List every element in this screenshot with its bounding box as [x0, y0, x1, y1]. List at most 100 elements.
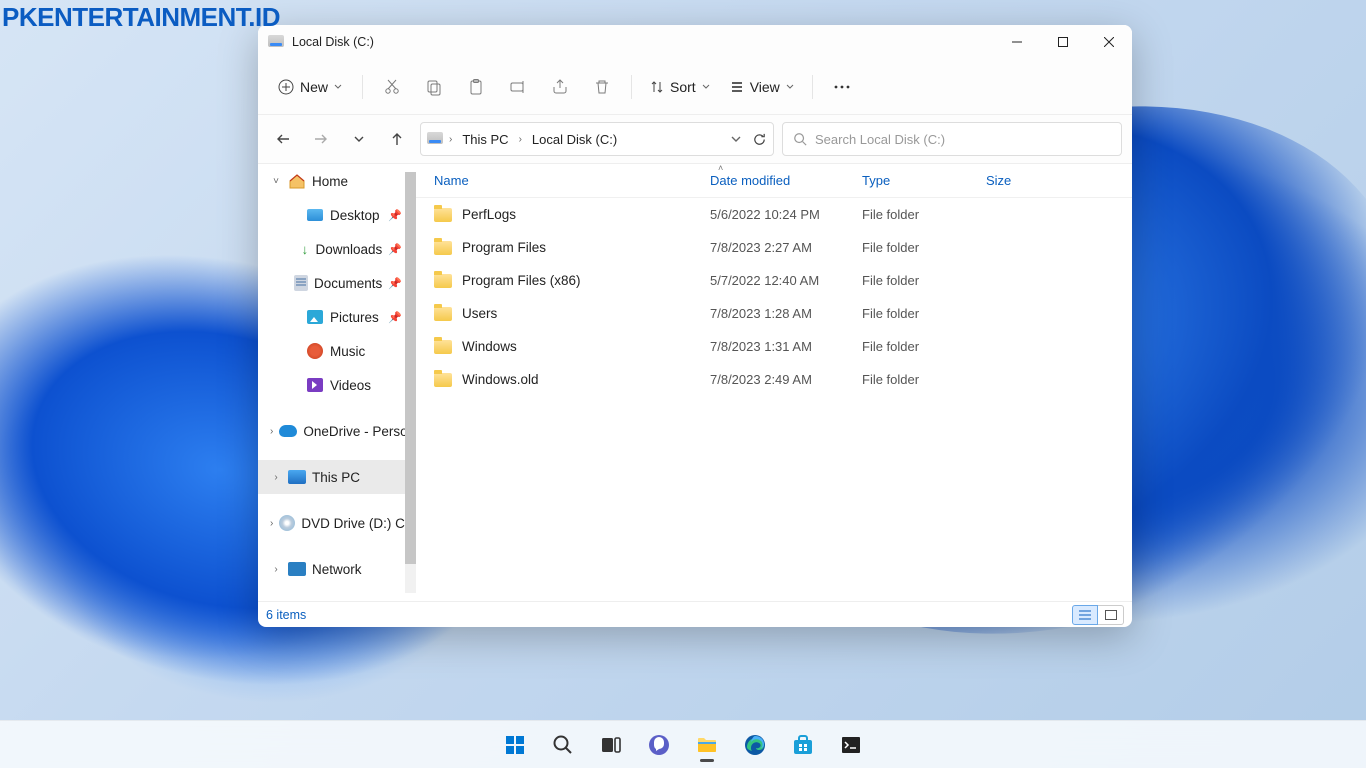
chevron-icon: ˅: [270, 176, 282, 187]
taskbar-search[interactable]: [542, 725, 584, 765]
breadcrumb-local-disk[interactable]: Local Disk (C:): [528, 128, 621, 151]
chat-icon: [647, 733, 671, 757]
file-date: 7/8/2023 1:31 AM: [710, 339, 862, 354]
pics-icon: [306, 308, 324, 326]
details-view-button[interactable]: [1072, 605, 1098, 625]
file-type: File folder: [862, 339, 986, 354]
terminal-icon: [840, 734, 862, 756]
nav-item-label: Music: [330, 344, 365, 359]
navigation-pane[interactable]: ˅ Home Desktop📌↓Downloads📌Documents📌Pictur…: [258, 164, 416, 601]
rename-icon: [509, 78, 527, 96]
nav-item-this-pc[interactable]: › This PC: [258, 460, 416, 494]
command-bar: New Sort View: [258, 59, 1132, 115]
share-button[interactable]: [541, 69, 579, 105]
file-row[interactable]: Program Files7/8/2023 2:27 AMFile folder: [416, 231, 1132, 264]
taskbar-terminal[interactable]: [830, 725, 872, 765]
nav-item-pictures[interactable]: Pictures📌: [258, 300, 416, 334]
onedrive-icon: [279, 422, 297, 440]
file-type: File folder: [862, 372, 986, 387]
title-bar[interactable]: Local Disk (C:): [258, 25, 1132, 59]
search-input[interactable]: [815, 132, 1111, 147]
file-name: Windows.old: [462, 372, 539, 387]
search-box[interactable]: [782, 122, 1122, 156]
file-row[interactable]: PerfLogs5/6/2022 10:24 PMFile folder: [416, 198, 1132, 231]
nav-item-network[interactable]: ›Network: [258, 552, 416, 586]
taskbar-task-view[interactable]: [590, 725, 632, 765]
breadcrumb-this-pc[interactable]: This PC: [458, 128, 512, 151]
chevron-icon: ›: [270, 472, 282, 483]
nav-item-label: Videos: [330, 378, 371, 393]
maximize-button[interactable]: [1040, 25, 1086, 59]
search-icon: [793, 132, 807, 146]
thumbnails-view-button[interactable]: [1098, 605, 1124, 625]
file-list-pane: ˄ Name Date modified Type Size PerfLogs5…: [416, 164, 1132, 601]
nav-item-documents[interactable]: Documents📌: [258, 266, 416, 300]
taskbar-edge[interactable]: [734, 725, 776, 765]
file-type: File folder: [862, 273, 986, 288]
nav-item-videos[interactable]: Videos: [258, 368, 416, 402]
forward-button[interactable]: [306, 124, 336, 154]
taskbar-chat[interactable]: [638, 725, 680, 765]
file-name: PerfLogs: [462, 207, 516, 222]
taskbar-start[interactable]: [494, 725, 536, 765]
column-date[interactable]: Date modified: [710, 173, 862, 188]
file-name: Windows: [462, 339, 517, 354]
file-type: File folder: [862, 240, 986, 255]
column-size[interactable]: Size: [986, 173, 1066, 188]
chevron-down-icon[interactable]: [730, 133, 742, 145]
file-row[interactable]: Windows 7/8/2023 1:31 AMFile folder: [416, 330, 1132, 363]
new-button[interactable]: New: [268, 73, 352, 101]
delete-icon: [593, 78, 611, 96]
nav-item-home[interactable]: ˅ Home: [258, 164, 416, 198]
refresh-icon[interactable]: [752, 132, 767, 147]
column-name[interactable]: Name: [434, 173, 710, 188]
more-button[interactable]: [823, 69, 861, 105]
up-button[interactable]: [382, 124, 412, 154]
paste-button[interactable]: [457, 69, 495, 105]
nav-item-label: This PC: [312, 470, 360, 485]
folder-icon: [434, 373, 452, 387]
minimize-icon: [1012, 37, 1022, 47]
close-button[interactable]: [1086, 25, 1132, 59]
store-icon: [791, 733, 815, 757]
separator: [631, 75, 632, 99]
downloads-icon: ↓: [300, 240, 309, 258]
nav-item-label: OneDrive - Perso: [303, 424, 407, 439]
chevron-icon: ›: [270, 518, 273, 529]
docs-icon: [294, 274, 308, 292]
nav-item-downloads[interactable]: ↓Downloads📌: [258, 232, 416, 266]
arrow-right-icon: [313, 131, 329, 147]
taskbar-store[interactable]: [782, 725, 824, 765]
folder-icon: [434, 340, 452, 354]
file-row[interactable]: Users7/8/2023 1:28 AMFile folder: [416, 297, 1132, 330]
explorer-window: Local Disk (C:) New: [258, 25, 1132, 627]
grid-icon: [1105, 610, 1117, 620]
minimize-button[interactable]: [994, 25, 1040, 59]
scrollbar-thumb[interactable]: [405, 172, 416, 564]
back-button[interactable]: [268, 124, 298, 154]
nav-item-desktop[interactable]: Desktop📌: [258, 198, 416, 232]
nav-item-music[interactable]: Music: [258, 334, 416, 368]
view-button[interactable]: View: [722, 73, 802, 101]
nav-item-label: Home: [312, 174, 348, 189]
nav-item-onedrive-perso[interactable]: ›OneDrive - Perso: [258, 414, 416, 448]
file-row[interactable]: Windows.old7/8/2023 2:49 AMFile folder: [416, 363, 1132, 396]
file-date: 7/8/2023 2:27 AM: [710, 240, 862, 255]
task-view-icon: [600, 734, 622, 756]
separator: [362, 75, 363, 99]
plus-circle-icon: [278, 79, 294, 95]
file-row[interactable]: Program Files (x86)5/7/2022 12:40 AMFile…: [416, 264, 1132, 297]
view-label: View: [750, 79, 780, 95]
delete-button[interactable]: [583, 69, 621, 105]
address-bar[interactable]: › This PC › Local Disk (C:): [420, 122, 774, 156]
cut-button[interactable]: [373, 69, 411, 105]
disk-icon: [427, 132, 443, 147]
sort-button[interactable]: Sort: [642, 73, 718, 101]
copy-button[interactable]: [415, 69, 453, 105]
taskbar-file-explorer[interactable]: [686, 725, 728, 765]
window-title: Local Disk (C:): [292, 35, 374, 49]
rename-button[interactable]: [499, 69, 537, 105]
recent-button[interactable]: [344, 124, 374, 154]
nav-item-dvd-drive-d-c0[interactable]: ›DVD Drive (D:) C0: [258, 506, 416, 540]
column-type[interactable]: Type: [862, 173, 986, 188]
